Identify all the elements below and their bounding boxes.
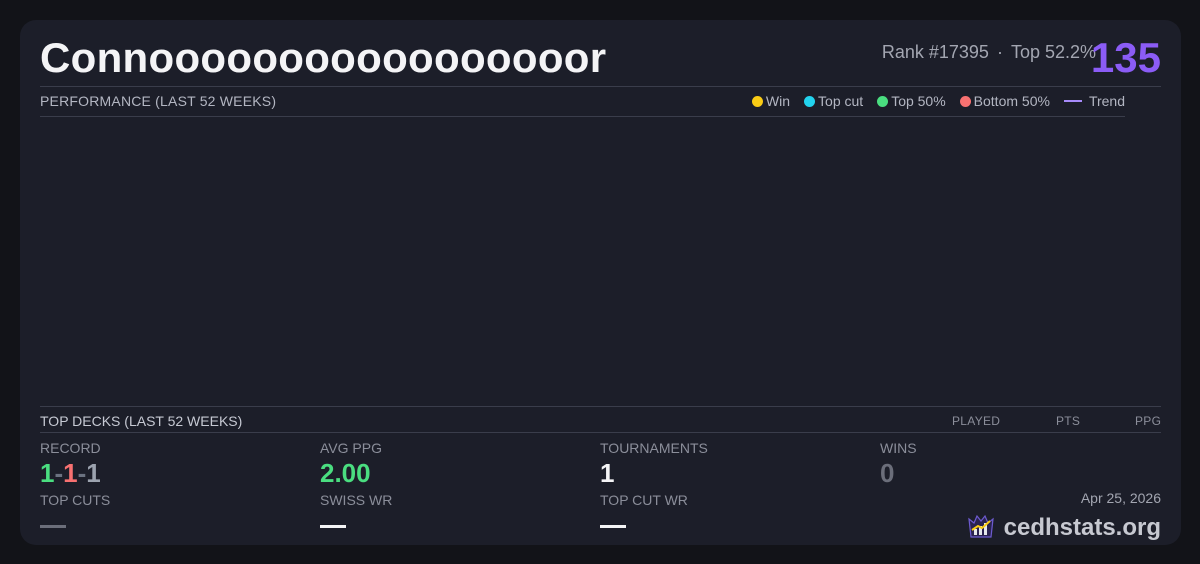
column-header-ppg: PPG	[1135, 414, 1162, 428]
legend-label: Top cut	[818, 93, 864, 109]
record-separator: -	[54, 458, 64, 488]
legend-label: Top 50%	[891, 93, 946, 109]
chart-bottom-divider	[40, 406, 1161, 407]
chart-legend: Win Top cut Top 50% Bottom 50% Trend	[751, 93, 1125, 109]
record-value: 1-1-1	[40, 458, 101, 489]
record-label: RECORD	[40, 440, 101, 456]
column-header-pts: PTS	[1056, 414, 1081, 428]
top-cuts-empty-value	[40, 525, 66, 528]
legend-top-50: Top 50%	[877, 93, 946, 109]
avg-ppg-label: AVG PPG	[320, 440, 382, 456]
rank-summary: Rank #17395 · Top 52.2%	[882, 42, 1096, 63]
legend-label: Win	[765, 93, 791, 109]
top-50-dot-icon	[877, 95, 889, 107]
decks-divider	[40, 432, 1161, 433]
profile-card: Connooooooooooooooooor Rank #17395 · Top 5…	[20, 20, 1181, 545]
top-cuts-label: TOP CUTS	[40, 492, 111, 508]
legend-top-cut: Top cut	[804, 93, 863, 109]
win-dot-icon	[751, 95, 763, 107]
performance-title: PERFORMANCE (LAST 52 WEEKS)	[40, 93, 277, 109]
record-draws: 1	[86, 458, 101, 488]
top-cut-dot-icon	[804, 95, 816, 107]
column-header-played: PLAYED	[952, 414, 1001, 428]
top-decks-title: TOP DECKS (LAST 52 WEEKS)	[40, 413, 243, 429]
top-cut-wr-label: TOP CUT WR	[600, 492, 688, 508]
performance-chart-area	[40, 117, 1125, 406]
wins-label: WINS	[880, 440, 917, 456]
brand-name: cedhstats.org	[1003, 513, 1161, 541]
swiss-wr-empty-value	[320, 525, 346, 528]
swiss-wr-label: SWISS WR	[320, 492, 393, 508]
legend-label: Trend	[1088, 93, 1125, 109]
top-percent-text: Top 52.2%	[1010, 42, 1096, 62]
avg-ppg-value: 2.00	[320, 458, 371, 488]
snapshot-date: Apr 25, 2026	[1080, 490, 1161, 506]
player-name: Connooooooooooooooooor	[40, 34, 607, 81]
tournaments-label: TOURNAMENTS	[600, 440, 708, 456]
tournaments-value: 1	[600, 458, 615, 488]
crown-chart-icon	[966, 510, 996, 545]
brand-logo[interactable]: cedhstats.org	[966, 510, 1161, 545]
legend-win: Win	[751, 93, 791, 109]
bottom-50-dot-icon	[959, 95, 971, 107]
rank-separator: ·	[996, 42, 1003, 62]
legend-trend: Trend	[1063, 93, 1125, 109]
record-wins: 1	[40, 458, 55, 488]
rank-text: Rank #17395	[881, 42, 989, 62]
legend-label: Bottom 50%	[973, 93, 1050, 109]
score-value: 135	[1090, 34, 1161, 81]
trend-line-icon	[1063, 100, 1082, 102]
record-separator: -	[77, 458, 87, 488]
header-divider	[40, 86, 1161, 87]
wins-value: 0	[880, 458, 895, 488]
legend-bottom-50: Bottom 50%	[959, 93, 1050, 109]
top-cut-wr-empty-value	[600, 525, 626, 528]
record-losses: 1	[63, 458, 78, 488]
